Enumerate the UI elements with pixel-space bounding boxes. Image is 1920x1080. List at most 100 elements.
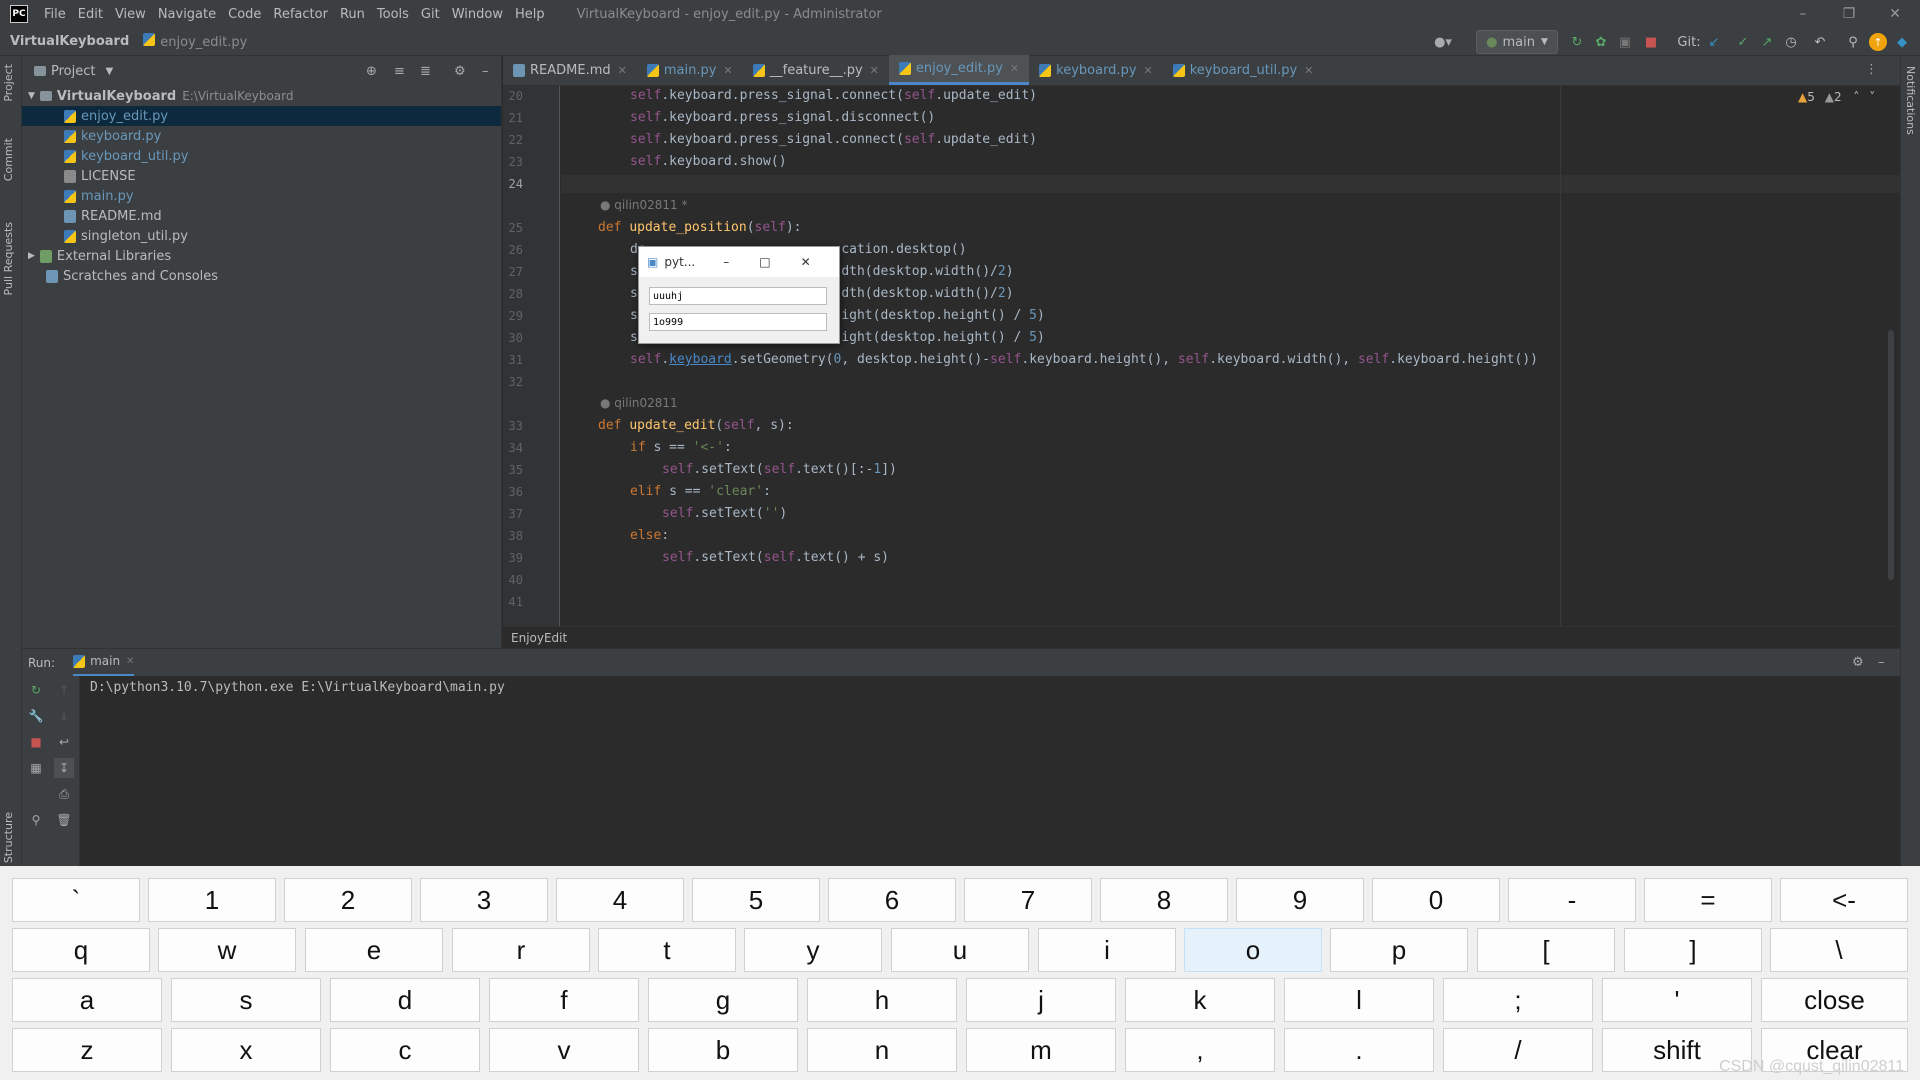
key[interactable]: m (966, 1028, 1116, 1072)
chevron-up-icon[interactable]: ˄ (1853, 90, 1859, 104)
tab-feature[interactable]: __feature__.py ✕ (743, 55, 889, 85)
key[interactable]: t (598, 928, 736, 972)
branch-selector[interactable]: ● main ▼ (1476, 30, 1558, 54)
minimize-icon[interactable]: – (723, 255, 729, 269)
close-key[interactable]: close (1761, 978, 1908, 1022)
tree-file[interactable]: enjoy_edit.py (22, 106, 501, 126)
key[interactable]: g (648, 978, 798, 1022)
menu-view[interactable]: View (115, 7, 146, 22)
editor-scrollbar[interactable] (1888, 330, 1894, 580)
gear-icon[interactable]: ⚙ (1852, 655, 1864, 670)
menu-code[interactable]: Code (228, 7, 261, 22)
menu-git[interactable]: Git (421, 7, 440, 22)
key[interactable]: d (330, 978, 480, 1022)
expand-all-icon[interactable]: ≡ (394, 64, 405, 79)
update-icon[interactable]: ↑ (1869, 33, 1887, 51)
tree-scratches[interactable]: Scratches and Consoles (22, 266, 501, 286)
collapse-all-icon[interactable]: ≣ (420, 64, 431, 79)
hide-panel-icon[interactable]: – (1878, 655, 1885, 670)
key[interactable]: o (1184, 928, 1322, 972)
key[interactable]: [ (1477, 928, 1615, 972)
enjoy-edit-field-2[interactable] (649, 313, 827, 331)
key[interactable]: / (1443, 1028, 1593, 1072)
tab-keyboard[interactable]: keyboard.py ✕ (1029, 55, 1163, 85)
menu-run[interactable]: Run (340, 7, 365, 22)
tree-file[interactable]: README.md (22, 206, 501, 226)
chevron-down-icon[interactable]: ▼ (105, 66, 113, 77)
key[interactable]: 3 (420, 878, 548, 922)
key[interactable]: f (489, 978, 639, 1022)
key[interactable]: . (1284, 1028, 1434, 1072)
key[interactable]: b (648, 1028, 798, 1072)
restore-icon[interactable]: ❐ (1826, 0, 1872, 28)
arrow-down-icon[interactable]: ↓ (54, 706, 74, 726)
user-icon[interactable]: ●▾ (1428, 30, 1458, 54)
key[interactable]: l (1284, 978, 1434, 1022)
key[interactable]: i (1038, 928, 1176, 972)
key[interactable]: 0 (1372, 878, 1500, 922)
close-tab-icon[interactable]: ✕ (870, 64, 879, 77)
key[interactable]: ` (12, 878, 140, 922)
rollback-icon[interactable]: ↶ (1810, 30, 1830, 54)
locate-icon[interactable]: ⊕ (366, 64, 377, 79)
key[interactable]: a (12, 978, 162, 1022)
trash-icon[interactable]: 🗑 (54, 810, 74, 830)
key[interactable]: , (1125, 1028, 1275, 1072)
tree-external-libraries[interactable]: ▶ External Libraries (22, 246, 501, 266)
close-tab-icon[interactable]: ✕ (1010, 62, 1019, 75)
tab-enjoy-edit[interactable]: enjoy_edit.py ✕ (888, 55, 1030, 85)
arrow-up-icon[interactable]: ↑ (54, 680, 74, 700)
close-window-icon[interactable]: ✕ (801, 255, 811, 269)
close-tab-icon[interactable]: ✕ (618, 64, 627, 77)
enjoy-edit-field-1[interactable] (649, 287, 827, 305)
key[interactable]: y (744, 928, 882, 972)
key[interactable]: ] (1624, 928, 1762, 972)
project-panel-title[interactable]: Project (51, 64, 95, 79)
menu-navigate[interactable]: Navigate (158, 7, 216, 22)
close-window-icon[interactable]: ✕ (1872, 0, 1918, 28)
key[interactable]: n (807, 1028, 957, 1072)
coverage-icon[interactable]: ▣ (1614, 30, 1636, 54)
close-tab-icon[interactable]: ✕ (126, 656, 134, 667)
key[interactable]: j (966, 978, 1116, 1022)
menu-help[interactable]: Help (515, 7, 545, 22)
tab-main[interactable]: main.py ✕ (637, 55, 743, 85)
structure-tool-tab[interactable]: Structure (2, 812, 15, 863)
breadcrumb-project[interactable]: VirtualKeyboard (10, 34, 129, 49)
tab-keyboard-util[interactable]: keyboard_util.py ✕ (1163, 55, 1324, 85)
key[interactable]: s (171, 978, 321, 1022)
key[interactable]: 8 (1100, 878, 1228, 922)
close-tab-icon[interactable]: ✕ (1304, 64, 1313, 77)
wrench-icon[interactable]: 🔧 (26, 706, 46, 726)
key[interactable]: - (1508, 878, 1636, 922)
scroll-to-end-icon[interactable]: ↧ (54, 758, 74, 778)
breadcrumb-class[interactable]: EnjoyEdit (511, 631, 567, 645)
pull-requests-tool-tab[interactable]: Pull Requests (2, 222, 15, 295)
key[interactable]: \ (1770, 928, 1908, 972)
maximize-icon[interactable]: □ (759, 255, 770, 269)
chevron-down-icon[interactable]: ˅ (1869, 90, 1875, 104)
key[interactable]: v (489, 1028, 639, 1072)
commit-tool-tab[interactable]: Commit (2, 138, 15, 181)
key[interactable]: 1 (148, 878, 276, 922)
key[interactable]: = (1644, 878, 1772, 922)
tree-file[interactable]: keyboard_util.py (22, 146, 501, 166)
debug-icon[interactable]: ✿ (1590, 30, 1612, 54)
project-tool-tab[interactable]: Project (2, 64, 15, 102)
tree-root-folder[interactable]: ▼ VirtualKeyboard E:\VirtualKeyboard (22, 86, 501, 106)
run-tab-main[interactable]: main ✕ (73, 649, 135, 677)
key[interactable]: 9 (1236, 878, 1364, 922)
key[interactable]: u (891, 928, 1029, 972)
inspection-widget[interactable]: ▲5 ▲2 ˄ ˅ (1798, 90, 1875, 104)
key[interactable]: 4 (556, 878, 684, 922)
key[interactable]: k (1125, 978, 1275, 1022)
minimize-icon[interactable]: – (1780, 0, 1826, 28)
search-icon[interactable]: ⚲ (1843, 30, 1863, 54)
notifications-tool-tab[interactable]: Notifications (1904, 66, 1917, 135)
tree-file[interactable]: singleton_util.py (22, 226, 501, 246)
ide-features-icon[interactable]: ◆ (1893, 30, 1911, 54)
more-icon[interactable]: ⋮ (1865, 62, 1878, 77)
tree-file[interactable]: keyboard.py (22, 126, 501, 146)
run-console[interactable]: D:\python3.10.7\python.exe E:\VirtualKey… (22, 676, 1900, 866)
key[interactable]: 6 (828, 878, 956, 922)
